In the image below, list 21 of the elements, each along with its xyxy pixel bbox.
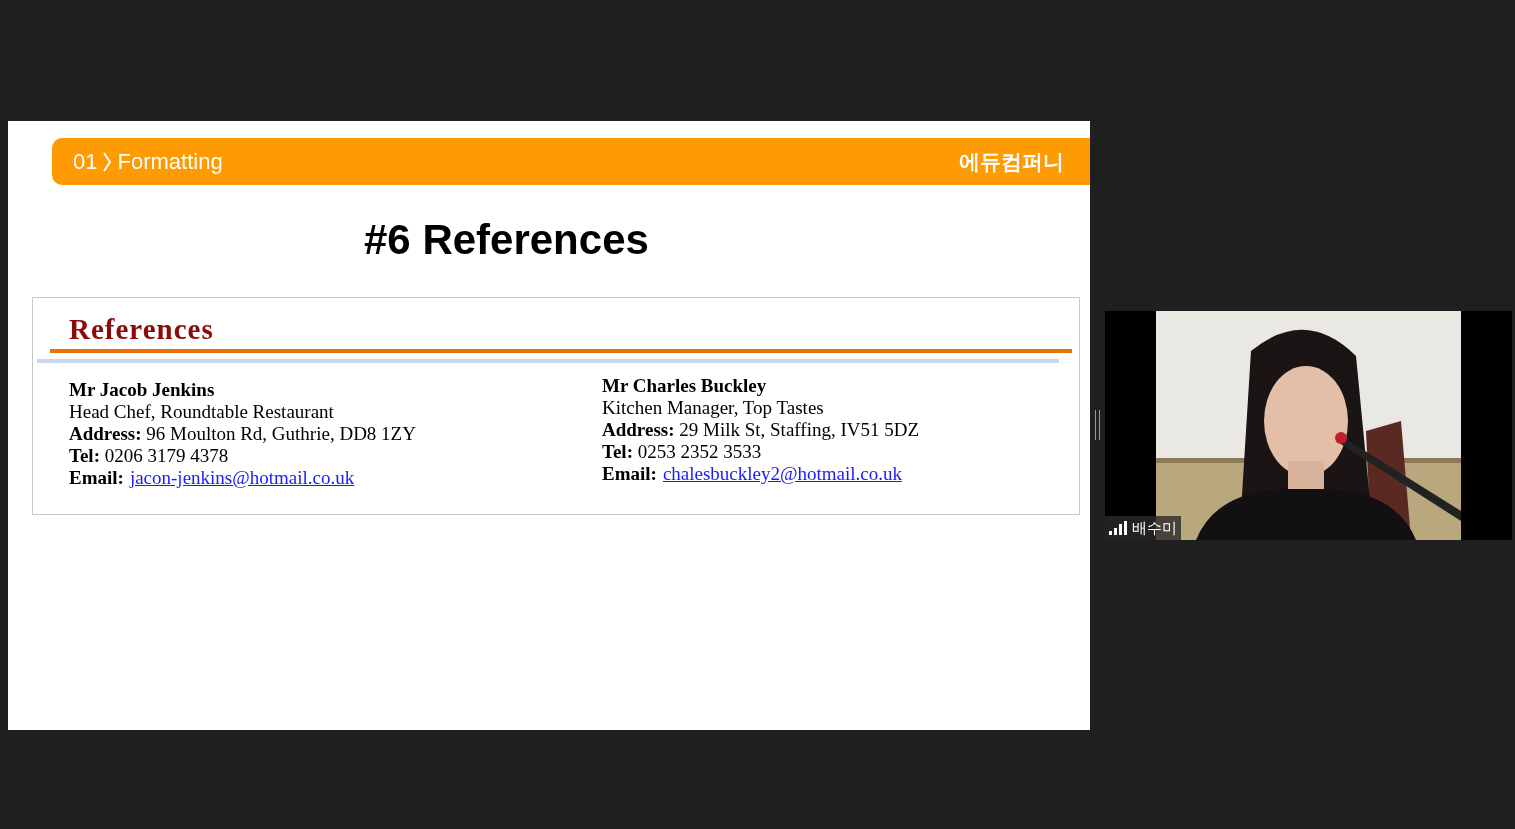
reference-detail: Tel: 0253 2352 3533 <box>602 441 763 463</box>
email-link[interactable]: jacon-jenkins@hotmail.co.uk <box>129 467 355 489</box>
email-link[interactable]: chalesbuckley2@hotmail.co.uk <box>662 463 902 485</box>
reference-position: Kitchen Manager, Top Tastes <box>602 397 825 419</box>
document-heading: References <box>69 313 214 345</box>
reference-position: Head Chef, Roundtable Restaurant <box>69 401 335 423</box>
section-number: 01 <box>73 148 98 176</box>
email-label: Email: <box>602 463 657 485</box>
slide-title: #6 References <box>364 216 649 263</box>
reference-detail: Tel: 0206 3179 4378 <box>69 445 230 467</box>
participant-name: 배수미 <box>1132 517 1177 538</box>
chevron-icon <box>102 150 113 173</box>
email-label: Email: <box>69 467 124 489</box>
reference-name: Mr Jacob Jenkins <box>69 379 216 401</box>
section-title: Formatting <box>117 148 223 176</box>
logo: 에듀컴퍼니 <box>959 148 1064 175</box>
resize-handle[interactable] <box>1095 410 1100 440</box>
reference-name: Mr Charles Buckley <box>602 375 768 397</box>
reference-detail: Address: 96 Moulton Rd, Guthrie, DD8 1ZY <box>69 423 417 445</box>
signal-icon <box>1109 521 1127 535</box>
reference-detail: Address: 29 Milk St, Staffing, IV51 5DZ <box>602 419 920 441</box>
